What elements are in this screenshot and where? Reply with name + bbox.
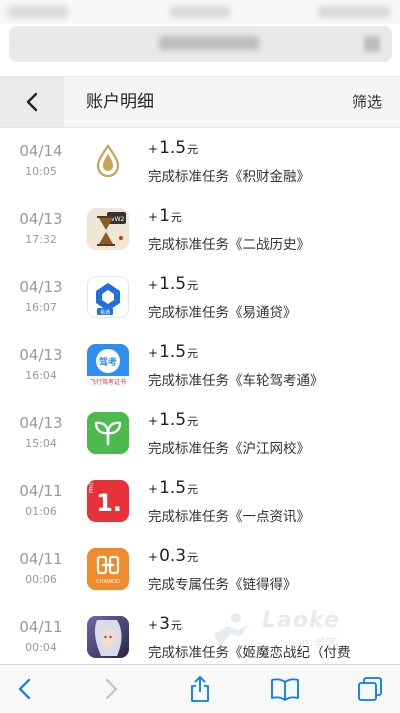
list-item[interactable]: 04/13 16:04 驾考 飞行驾考证书 +1.5元 完成标准任务《车轮驾考通… <box>0 332 400 400</box>
item-description: 完成标准任务《一点资讯》 <box>148 509 310 525</box>
item-time: 17:32 <box>25 233 57 246</box>
yidian-zixun-icon: 1. PRO <box>87 480 129 522</box>
forward-icon <box>105 678 118 700</box>
svg-text:PRO: PRO <box>89 483 95 493</box>
item-amount: +1.5元 <box>148 478 199 498</box>
clock-blur <box>170 6 230 18</box>
url-text-blur <box>159 36 259 50</box>
item-time: 16:07 <box>25 301 57 314</box>
chevron-left-icon <box>26 92 38 112</box>
battery-blur <box>318 6 390 18</box>
list-item[interactable]: 04/11 01:06 1. PRO +1.5元 完成标准任务《一点资讯》 <box>0 468 400 536</box>
item-description: 完成专属任务《链得得》 <box>148 577 297 593</box>
item-description: 完成标准任务《姬魔恋战纪（付费 <box>148 645 351 661</box>
hujiang-icon <box>87 412 129 454</box>
status-bar <box>0 0 400 24</box>
page-header: 账户明细 筛选 <box>0 76 400 128</box>
bookmarks-button[interactable] <box>255 665 315 713</box>
chelun-jiakao-icon: 驾考 飞行驾考证书 <box>87 344 129 386</box>
item-date: 04/11 <box>19 482 63 500</box>
item-time: 10:05 <box>25 165 57 178</box>
item-amount: +0.3元 <box>148 546 199 566</box>
share-button[interactable] <box>170 665 230 713</box>
item-date: 04/13 <box>19 346 63 364</box>
back-button[interactable] <box>0 77 64 127</box>
svg-text:飞行驾考证书: 飞行驾考证书 <box>90 378 126 386</box>
list-item[interactable]: 04/13 15:04 +1.5元 完成标准任务《沪江网校》 <box>0 400 400 468</box>
item-amount: +1.5元 <box>148 274 199 294</box>
svg-text:1.: 1. <box>96 489 122 517</box>
bookmarks-icon <box>271 678 299 701</box>
jimo-game-icon <box>87 616 129 658</box>
tabs-button[interactable] <box>340 665 400 713</box>
item-amount: +1元 <box>148 206 182 226</box>
item-amount: +3元 <box>148 614 182 634</box>
svg-text:CHAINDD: CHAINDD <box>96 579 120 585</box>
item-time: 16:04 <box>25 369 57 382</box>
item-date: 04/13 <box>19 210 63 228</box>
share-icon <box>191 676 209 702</box>
reload-icon[interactable] <box>364 36 380 52</box>
chaindd-icon: CHAINDD <box>87 548 129 590</box>
browser-toolbar <box>0 664 400 713</box>
filter-button[interactable]: 筛选 <box>352 77 382 127</box>
item-amount: +1.5元 <box>148 342 199 362</box>
tabs-icon <box>358 677 382 701</box>
item-description: 完成标准任务《积财金融》 <box>148 169 310 185</box>
transaction-list: 04/14 10:05 +1.5元 完成标准任务《积财金融》 04/13 17:… <box>0 128 400 672</box>
item-date: 04/14 <box>19 142 63 160</box>
list-item[interactable]: 04/14 10:05 +1.5元 完成标准任务《积财金融》 <box>0 128 400 196</box>
yitongdai-icon: 易通 <box>87 276 129 318</box>
page-title: 账户明细 <box>86 92 154 112</box>
item-time: 01:06 <box>25 505 57 518</box>
browser-back-button[interactable] <box>0 665 54 713</box>
item-date: 04/11 <box>19 550 63 568</box>
browser-forward-button[interactable] <box>82 665 142 713</box>
svg-text:驾考: 驾考 <box>99 356 117 368</box>
back-icon <box>18 678 31 700</box>
item-description: 完成标准任务《车轮驾考通》 <box>148 373 324 389</box>
list-item[interactable]: 04/13 16:07 易通 +1.5元 完成标准任务《易通贷》 <box>0 264 400 332</box>
item-date: 04/13 <box>19 278 63 296</box>
item-time: 00:04 <box>25 641 57 654</box>
ww2-history-icon: WW2 <box>87 208 129 250</box>
jicai-icon <box>87 140 129 182</box>
list-item[interactable]: 04/13 17:32 WW2 +1元 完成标准任务《二战历史》 <box>0 196 400 264</box>
item-description: 完成标准任务《二战历史》 <box>148 237 310 253</box>
item-description: 完成标准任务《沪江网校》 <box>148 441 310 457</box>
carrier-blur <box>8 6 68 18</box>
item-amount: +1.5元 <box>148 138 199 158</box>
list-item[interactable]: 04/11 00:06 CHAINDD +0.3元 完成专属任务《链得得》 <box>0 536 400 604</box>
item-time: 00:06 <box>25 573 57 586</box>
address-bar[interactable] <box>9 26 392 62</box>
svg-text:易通: 易通 <box>100 309 110 316</box>
item-description: 完成标准任务《易通贷》 <box>148 305 297 321</box>
list-item[interactable]: 04/11 00:04 +3元 完成标准任务《姬魔恋战纪（付费 <box>0 604 400 672</box>
item-time: 15:04 <box>25 437 57 450</box>
item-date: 04/11 <box>19 618 63 636</box>
item-amount: +1.5元 <box>148 410 199 430</box>
item-date: 04/13 <box>19 414 63 432</box>
